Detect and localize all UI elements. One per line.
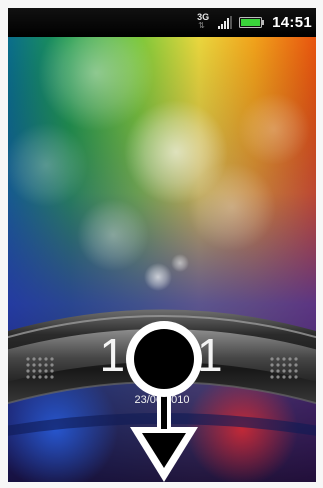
status-clock: 14:51 bbox=[272, 14, 312, 31]
network-3g-icon: 3G ⇅ bbox=[197, 12, 211, 34]
status-bar: 3G ⇅ 14:51 bbox=[8, 8, 316, 37]
network-type-label: 3G bbox=[197, 11, 210, 22]
battery-icon bbox=[239, 17, 265, 28]
signal-strength-icon bbox=[218, 16, 233, 29]
phone-screen: 3G ⇅ 14:51 bbox=[8, 8, 316, 482]
battery-level-fill bbox=[241, 19, 261, 26]
unlock-arrow-icon bbox=[126, 321, 202, 482]
unlock-slider-handle[interactable] bbox=[122, 317, 206, 482]
status-icons: 3G ⇅ 14:51 bbox=[197, 8, 312, 37]
data-arrows-icon: ⇅ bbox=[198, 20, 205, 30]
